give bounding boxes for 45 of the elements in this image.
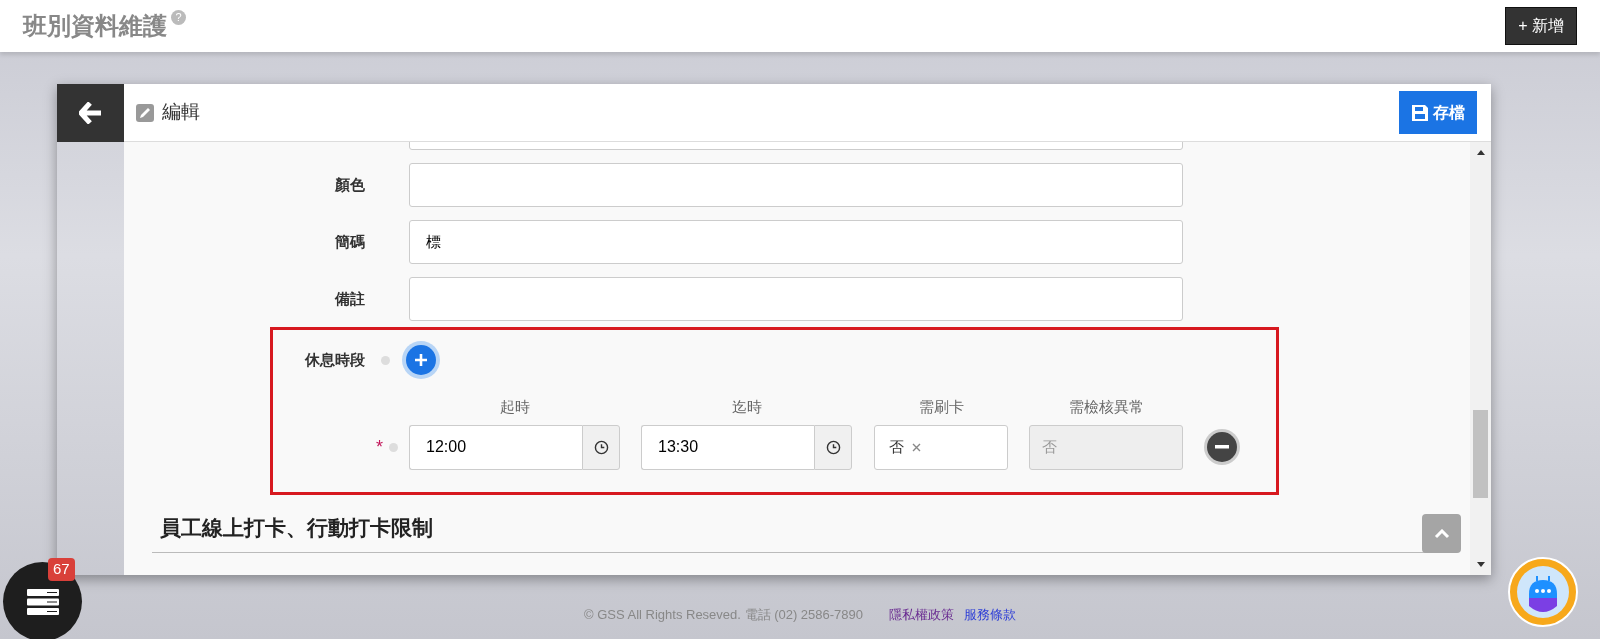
scroll-top-button[interactable] [1422,514,1461,553]
clock-icon [825,439,841,455]
select-field[interactable]: 否 [874,424,1008,470]
input-field[interactable] [409,277,1183,321]
add-button[interactable]: + 新增 [1505,7,1577,45]
column-heading: 起時 [498,397,531,417]
page-title: 班別資料維護 [23,11,167,41]
stack-icon [26,588,59,615]
scroll-up-icon [1476,150,1485,155]
column-heading: 需檢核異常 [1067,397,1145,417]
privacy-link[interactable]: 隱私權政策 [889,607,955,622]
notification-badge: 67 [48,558,75,581]
field-label: 顏色 [334,174,365,195]
back-arrow-icon [78,102,103,124]
minus-icon [1215,445,1229,449]
scrollbar[interactable] [1470,142,1491,575]
pencil-icon [136,103,154,122]
field-label: 休息時段 [303,349,365,370]
save-button[interactable]: 存檔 [1399,91,1477,134]
clock-button[interactable] [814,424,852,470]
dot-icon [389,442,398,452]
field-label: 簡碼 [334,231,365,252]
column-heading: 迄時 [731,397,763,417]
required-mark: * [376,435,383,459]
input-field[interactable]: 標 [409,220,1183,264]
copyright-text: © GSS All Rights Reseved. 電話 (02) 2586-7890 [583,607,864,622]
back-button[interactable] [57,84,124,142]
time-field[interactable]: 13:30 [641,424,814,470]
section-heading: 員工線上打卡、行動打卡限制 [160,515,433,541]
remove-row-button[interactable] [1207,432,1237,462]
chevron-up-icon [1433,528,1450,539]
editor-title: 編輯 [162,100,200,125]
plus-icon [414,353,428,367]
scrollbar-thumb[interactable] [1473,410,1488,498]
clock-button[interactable] [582,424,620,470]
field-label: 備註 [333,288,365,309]
add-row-button[interactable] [406,345,436,375]
input-field[interactable] [409,163,1183,207]
clock-icon [593,439,609,455]
terms-link[interactable]: 服務條款 [964,607,1017,622]
dot-icon [381,355,390,365]
time-field[interactable]: 12:00 [409,424,582,470]
robot-icon [1515,564,1571,620]
scroll-down-icon [1476,562,1485,567]
column-heading: 需刷卡 [917,397,965,417]
